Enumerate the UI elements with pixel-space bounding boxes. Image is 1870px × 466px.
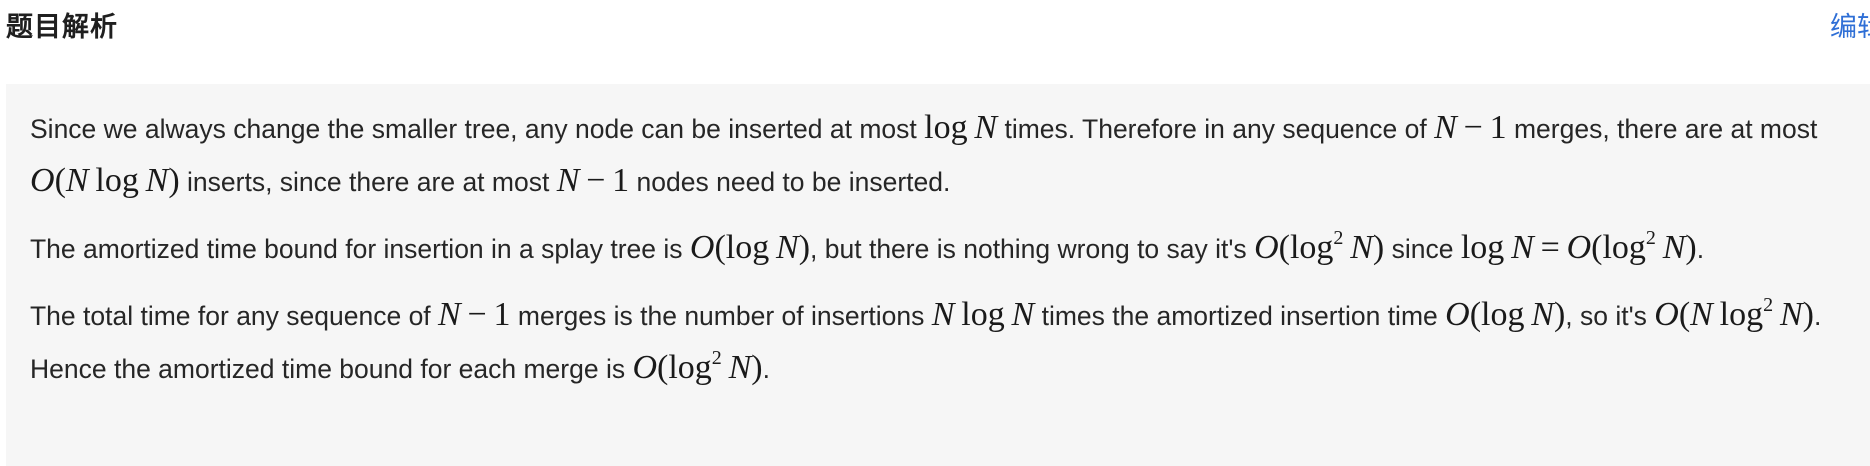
solution-paragraph-1: Since we always change the smaller tree,… bbox=[30, 102, 1846, 208]
text-segment: merges is the number of insertions bbox=[510, 301, 932, 331]
math-expression: O(log2 N) bbox=[1254, 227, 1385, 266]
text-segment: . bbox=[762, 354, 770, 384]
solution-paragraph-3: The total time for any sequence of N − 1… bbox=[30, 289, 1846, 395]
math-expression: O(N log N) bbox=[30, 162, 180, 199]
text-segment: . bbox=[1696, 234, 1705, 264]
text-segment: times. Therefore in any sequence of bbox=[997, 114, 1435, 144]
math-expression: O(log N) bbox=[1445, 296, 1566, 333]
math-expression: log N = O(log2 N) bbox=[1460, 227, 1697, 266]
solution-panel: Since we always change the smaller tree,… bbox=[6, 84, 1870, 466]
header: 题目解析 编辑 bbox=[0, 0, 1870, 56]
math-expression: O(N log2 N) bbox=[1654, 294, 1814, 333]
text-segment: since bbox=[1384, 234, 1461, 264]
text-segment: Since we always change the smaller tree,… bbox=[30, 114, 925, 144]
text-segment: The amortized time bound for insertion i… bbox=[30, 234, 690, 264]
math-expression: N log N bbox=[931, 296, 1035, 333]
edit-link[interactable]: 编辑 bbox=[1830, 8, 1870, 48]
math-expression: N − 1 bbox=[438, 296, 511, 333]
text-segment: , but there is nothing wrong to say it's bbox=[810, 234, 1255, 264]
math-expression: log N bbox=[924, 109, 998, 146]
solution-paragraph-2: The amortized time bound for insertion i… bbox=[30, 222, 1846, 275]
text-segment: inserts, since there are at most bbox=[179, 167, 557, 197]
math-expression: N − 1 bbox=[556, 162, 630, 199]
section-title: 题目解析 bbox=[6, 12, 118, 43]
text-segment: nodes need to be inserted. bbox=[629, 167, 951, 197]
text-segment: merges, there are at most bbox=[1506, 114, 1818, 144]
text-segment: , so it's bbox=[1565, 301, 1655, 331]
text-segment: times the amortized insertion time bbox=[1034, 301, 1446, 331]
math-expression: O(log N) bbox=[689, 229, 811, 266]
math-expression: N − 1 bbox=[1434, 109, 1507, 146]
math-expression: O(log2 N) bbox=[632, 347, 763, 386]
text-segment: The total time for any sequence of bbox=[30, 301, 439, 331]
